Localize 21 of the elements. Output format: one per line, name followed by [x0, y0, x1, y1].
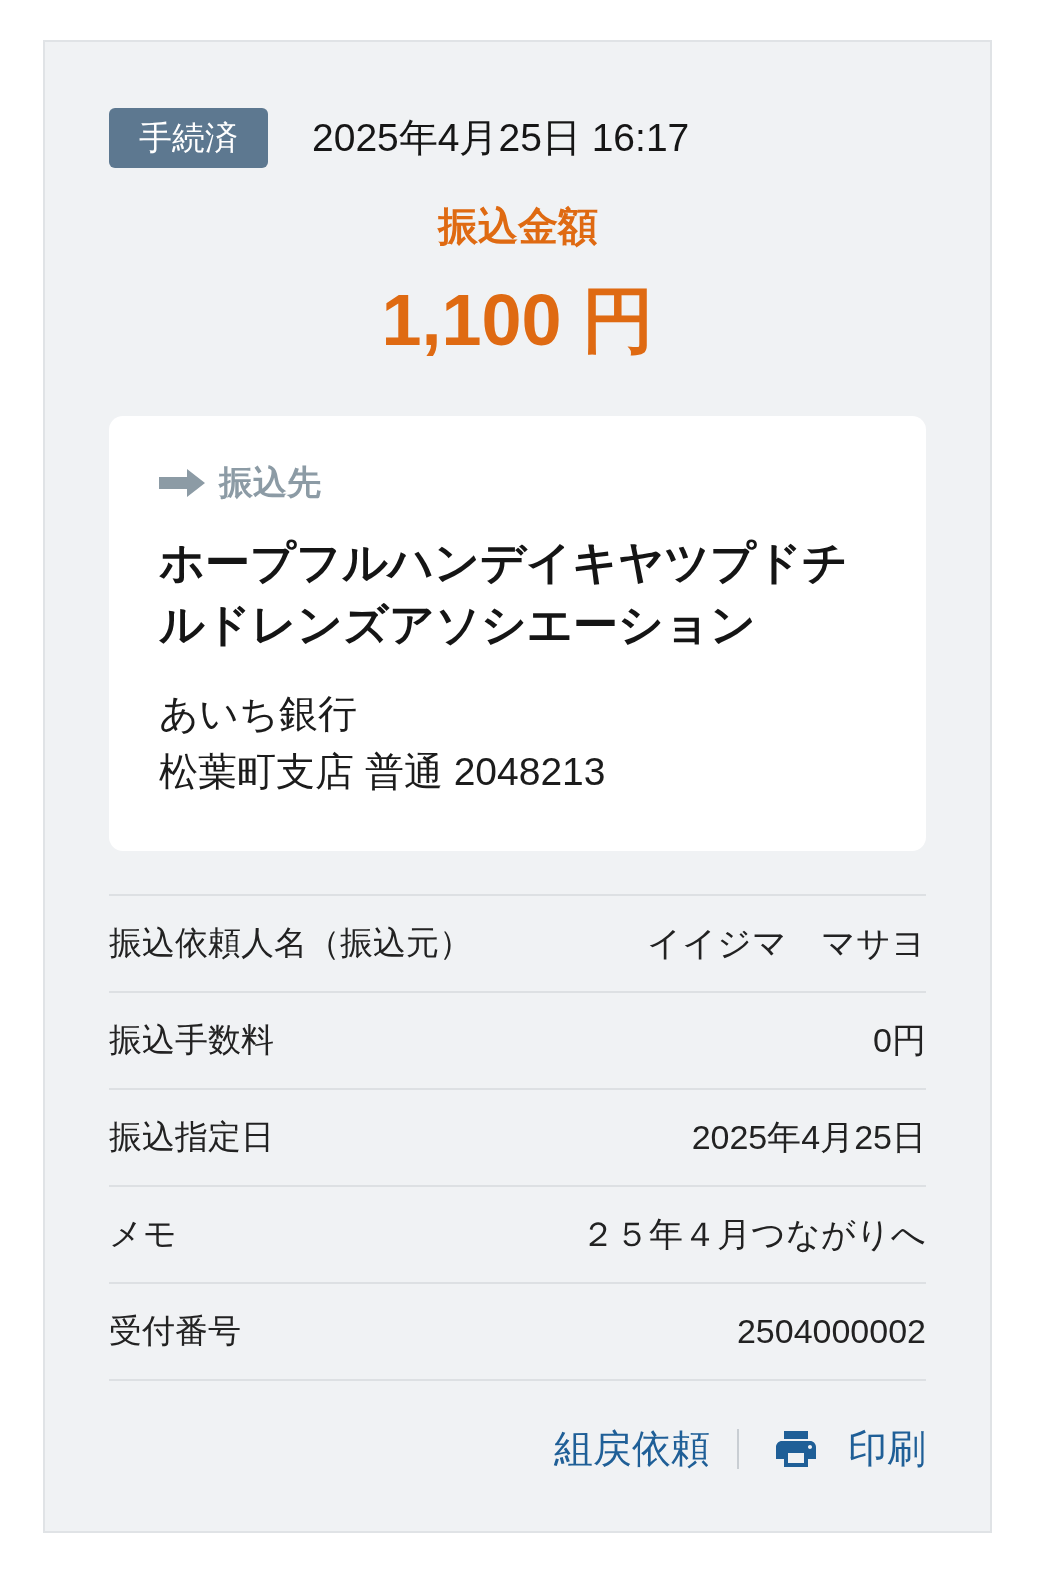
recipient-heading: 振込先 — [219, 462, 321, 504]
branch-account: 松葉町支店 普通 2048213 — [159, 749, 607, 796]
right-arrow-icon — [159, 468, 205, 497]
detail-value: 2025年4月25日 — [691, 1116, 926, 1158]
detail-label: 振込指定日 — [109, 1117, 274, 1158]
detail-label: 受付番号 — [109, 1311, 241, 1352]
detail-value: ２５年４月つながりへ — [581, 1213, 926, 1255]
detail-label: 振込依頼人名（振込元） — [109, 923, 472, 964]
detail-value: 0円 — [873, 1019, 926, 1061]
amount-label: 振込金額 — [436, 203, 599, 250]
detail-label: メモ — [109, 1214, 177, 1255]
transfer-datetime: 2025年4月25日 16:17 — [312, 115, 690, 161]
status-badge: 手続済 — [109, 108, 268, 168]
detail-value: 2504000002 — [736, 1312, 926, 1352]
print-button[interactable]: 印刷 — [772, 1422, 926, 1477]
recipient-name: ホープフルハンデイキヤツプドチルドレンズアソシエーション — [159, 536, 849, 653]
cancel-request-link[interactable]: 組戻依頼 — [554, 1422, 710, 1477]
detail-value: イイジマ マサヨ — [647, 922, 926, 964]
detail-label: 振込手数料 — [109, 1020, 274, 1061]
bank-name: あいち銀行 — [159, 691, 358, 738]
amount-value: 1,100 円 — [380, 279, 655, 362]
